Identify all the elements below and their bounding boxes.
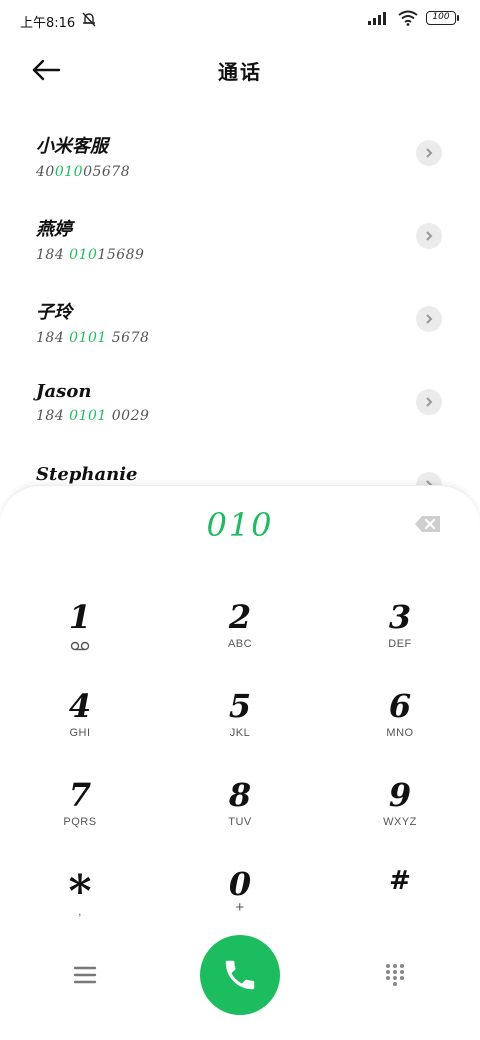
- contact-row[interactable]: 小米客服 4001005678: [0, 112, 480, 195]
- key-letters: ,: [78, 906, 82, 918]
- dialpad-icon[interactable]: [383, 963, 407, 987]
- contact-row[interactable]: 子玲 184 0101 5678: [0, 278, 480, 361]
- key-6[interactable]: 6 MNO: [330, 687, 470, 767]
- key-letters: ABC: [227, 638, 253, 650]
- status-time: 上午8:16: [20, 16, 76, 31]
- key-digit: 6: [388, 687, 412, 725]
- key-digit: 0: [228, 865, 252, 903]
- key-7[interactable]: 7 PQRS: [10, 776, 150, 856]
- contact-name: 子玲: [36, 302, 72, 323]
- backspace-icon[interactable]: [414, 514, 442, 534]
- key-2[interactable]: 2 ABC: [170, 598, 310, 678]
- key-letters: GHI: [69, 727, 91, 739]
- key-1[interactable]: 1: [10, 598, 150, 678]
- status-bar: 上午8:16 100: [0, 0, 480, 40]
- contact-row[interactable]: Jason 184 0101 0029: [0, 361, 480, 444]
- phone-icon: [225, 960, 255, 990]
- contact-number: 184 01015689: [36, 247, 145, 263]
- key-4[interactable]: 4 GHI: [10, 687, 150, 767]
- key-9[interactable]: 9 WXYZ: [330, 776, 470, 856]
- key-letters: DEF: [388, 638, 412, 650]
- page-title: 通话: [218, 60, 262, 84]
- key-letters: TUV: [228, 816, 252, 828]
- contact-details-button[interactable]: [416, 223, 442, 249]
- contact-number: 184 0101 5678: [36, 330, 150, 346]
- chevron-right-icon: [426, 397, 433, 407]
- contact-number: 4001005678: [36, 164, 131, 180]
- key-digit: 4: [68, 687, 92, 725]
- key-digit: 8: [228, 776, 252, 814]
- key-digit: 1: [68, 598, 92, 636]
- contact-row[interactable]: 燕婷 184 01015689: [0, 195, 480, 278]
- contact-name: 小米客服: [36, 136, 108, 157]
- key-letters: JKL: [229, 727, 251, 739]
- app-header: 通话: [0, 48, 480, 92]
- contact-details-button[interactable]: [416, 306, 442, 332]
- contact-details-button[interactable]: [416, 140, 442, 166]
- key-digit: 9: [388, 776, 412, 814]
- key-hash[interactable]: #: [330, 862, 470, 942]
- status-icons: 100: [368, 10, 459, 26]
- dialer-bottom-bar: [0, 933, 480, 1023]
- contact-number: 184 0101 0029: [36, 408, 150, 424]
- key-letters: WXYZ: [383, 816, 417, 828]
- contact-list: 小米客服 4001005678 燕婷 184 01015689 子玲 184 0…: [0, 112, 480, 527]
- key-letters: MNO: [386, 727, 414, 739]
- battery-level: 100: [432, 12, 450, 22]
- signal-icon: [368, 12, 386, 25]
- contact-name: Jason: [36, 381, 92, 402]
- key-digit: 7: [68, 776, 92, 814]
- key-letters: PQRS: [63, 816, 97, 828]
- key-digit: 2: [228, 598, 252, 636]
- contact-name: Stephanie: [36, 464, 138, 485]
- key-digit: #: [389, 866, 411, 896]
- mute-bell-icon: [82, 12, 96, 27]
- call-button[interactable]: [200, 935, 280, 1015]
- key-digit: 3: [388, 598, 412, 636]
- key-letters: +: [235, 899, 245, 916]
- chevron-right-icon: [426, 231, 433, 241]
- battery-indicator: 100: [426, 11, 459, 25]
- key-3[interactable]: 3 DEF: [330, 598, 470, 678]
- voicemail-icon: [70, 641, 90, 651]
- contact-details-button[interactable]: [416, 389, 442, 415]
- key-8[interactable]: 8 TUV: [170, 776, 310, 856]
- chevron-right-icon: [426, 314, 433, 324]
- dialed-number[interactable]: 010: [0, 506, 480, 544]
- menu-icon[interactable]: [72, 963, 98, 987]
- key-digit: 5: [228, 687, 252, 725]
- contact-name: 燕婷: [36, 219, 72, 240]
- chevron-right-icon: [426, 148, 433, 158]
- wifi-icon: [398, 10, 418, 26]
- key-5[interactable]: 5 JKL: [170, 687, 310, 767]
